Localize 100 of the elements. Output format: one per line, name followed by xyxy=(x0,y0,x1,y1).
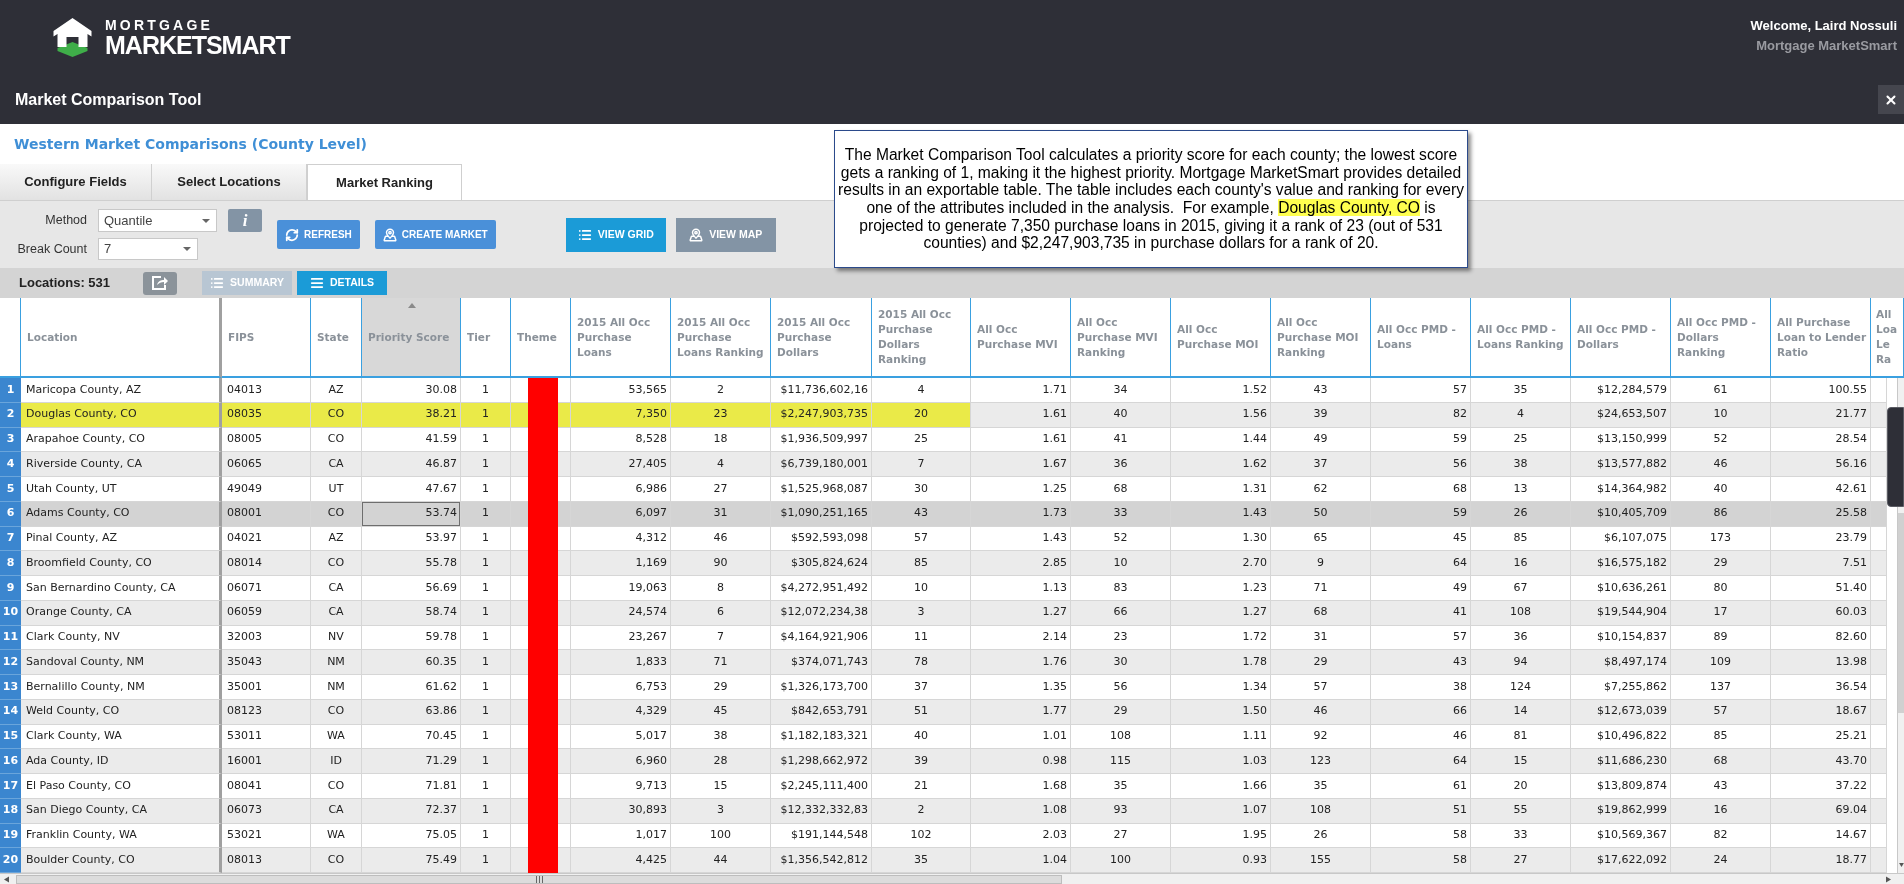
table-row[interactable]: 10 Orange County, CA 06059 CA 58.74 1 24,574 6 $12,072,234,38 3 1.27 66 1.27 68 41 108 $19,544,904 17 60.03 xyxy=(0,600,1887,626)
row-number: 15 xyxy=(0,724,21,750)
column-header[interactable]: 2015 All Occ Purchase Loans Ranking xyxy=(671,298,771,378)
table-cell: 63.86 xyxy=(362,699,461,725)
table-cell: $19,544,904 xyxy=(1571,600,1671,626)
table-cell: 26 xyxy=(1471,501,1571,527)
table-cell: NM xyxy=(311,675,362,700)
table-cell: $12,332,332,83 xyxy=(771,798,872,824)
mode-toggle[interactable]: DETAILS xyxy=(297,271,387,295)
column-header[interactable]: State xyxy=(311,298,362,378)
table-cell: 1.52 xyxy=(1171,378,1271,403)
tab[interactable]: Market Ranking xyxy=(307,164,462,200)
table-row[interactable]: 4 Riverside County, CA 06065 CA 46.87 1 27,405 4 $6,739,180,001 7 1.67 36 1.62 37 56 38 $13,577,882 46 56.16 xyxy=(0,452,1887,477)
table-row[interactable]: 5 Utah County, UT 49049 UT 47.67 1 6,986 27 $1,525,968,087 30 1.25 68 1.31 62 68 13 $14,364,982 40 42.61 xyxy=(0,477,1887,502)
column-header[interactable]: All Occ PMD - Dollars Ranking xyxy=(1671,298,1771,378)
table-row[interactable]: 15 Clark County, WA 53011 WA 70.45 1 5,017 38 $1,182,183,321 40 1.01 108 1.11 92 46 81 $10,496,822 85 25.21 xyxy=(0,724,1887,750)
table-cell: 1.27 xyxy=(971,600,1071,626)
table-cell: 35 xyxy=(1271,774,1371,799)
action-button[interactable]: REFRESH xyxy=(277,220,360,249)
row-number: 6 xyxy=(0,501,21,527)
row-number: 11 xyxy=(0,625,21,651)
vertical-scrollbar[interactable] xyxy=(1897,507,1904,873)
table-cell: 1.34 xyxy=(1171,675,1271,700)
table-row[interactable]: 8 Broomfield County, CO 08014 CO 55.78 1 1,169 90 $305,824,624 85 2.85 10 2.70 9 64 16 $16,575,182 29 7.51 xyxy=(0,551,1887,576)
table-cell: 13 xyxy=(1471,477,1571,502)
close-button[interactable] xyxy=(1878,85,1904,114)
method-dropdown[interactable]: Quantile xyxy=(98,209,217,232)
table-cell: $11,736,602,16 xyxy=(771,378,872,403)
info-button[interactable]: i xyxy=(228,209,262,232)
table-row[interactable]: 2 Douglas County, CO 08035 CO 38.21 1 7,350 23 $2,247,903,735 20 1.61 40 1.56 39 82 4 $24,653,507 10 21.77 xyxy=(0,402,1887,428)
column-header[interactable]: All Occ Purchase MVI xyxy=(971,298,1071,378)
table-row[interactable]: 20 Boulder County, CO 08013 CO 75.49 1 4,425 44 $1,356,542,812 35 1.04 100 0.93 155 58 27 $17,622,092 24 18.77 xyxy=(0,848,1887,873)
horizontal-scrollbar[interactable] xyxy=(0,873,1904,884)
table-cell: 1.13 xyxy=(971,576,1071,601)
table-cell: 1.27 xyxy=(1171,600,1271,626)
table-cell: 29 xyxy=(1071,699,1171,725)
right-arrow-icon[interactable] xyxy=(1886,875,1891,883)
column-header[interactable]: All Occ PMD - Loans Ranking xyxy=(1471,298,1571,378)
view-toggle[interactable]: VIEW MAP xyxy=(675,218,776,252)
row-number: 3 xyxy=(0,427,21,453)
table-cell: 08123 xyxy=(222,699,311,725)
table-cell: 17 xyxy=(1671,600,1771,626)
column-header[interactable]: 2015 All Occ Purchase Dollars xyxy=(771,298,872,378)
column-header[interactable]: FIPS xyxy=(222,298,311,378)
column-header[interactable]: All Loa Le Ra xyxy=(1871,298,1904,378)
scrollbar-thumb[interactable] xyxy=(1898,513,1904,713)
table-cell: 83 xyxy=(1071,576,1171,601)
table-row[interactable]: 12 Sandoval County, NM 35043 NM 60.35 1 1,833 71 $374,071,743 78 1.76 30 1.78 29 43 94 $8,497,174 109 13.98 xyxy=(0,650,1887,675)
table-cell: 1.35 xyxy=(971,675,1071,700)
left-arrow-icon[interactable] xyxy=(4,875,9,883)
table-row[interactable]: 17 El Paso County, CO 08041 CO 71.81 1 9,713 15 $2,245,111,400 21 1.68 35 1.66 35 61 20 $13,809,874 43 37.22 xyxy=(0,774,1887,799)
column-header[interactable]: All Occ Purchase MOI xyxy=(1171,298,1271,378)
tab[interactable]: Select Locations xyxy=(152,164,307,200)
table-row[interactable]: 6 Adams County, CO 08001 CO 53.74 1 6,097 31 $1,090,251,165 43 1.73 33 1.43 50 59 26 $10,405,709 86 25.58 xyxy=(0,501,1887,527)
table-row[interactable]: 13 Bernalillo County, NM 35001 NM 61.62 1 6,753 29 $1,326,173,700 37 1.35 56 1.34 57 38 124 $7,255,862 137 36.54 xyxy=(0,675,1887,700)
table-cell: CO xyxy=(311,699,362,725)
column-header[interactable]: All Purchase Loan to Lender Ratio xyxy=(1771,298,1871,378)
break-count-dropdown[interactable]: 7 xyxy=(98,238,198,260)
table-row[interactable]: 18 San Diego County, CA 06073 CA 72.37 1 30,893 3 $12,332,332,83 2 1.08 93 1.07 108 51 55 $19,862,999 16 69.04 xyxy=(0,798,1887,824)
row-number: 2 xyxy=(0,402,21,428)
table-cell: 51.40 xyxy=(1771,576,1871,601)
table-cell: 137 xyxy=(1671,675,1771,700)
export-button[interactable] xyxy=(143,271,177,295)
table-row[interactable]: 14 Weld County, CO 08123 CO 63.86 1 4,329 45 $842,653,791 51 1.77 29 1.50 46 66 14 $12,673,039 57 18.67 xyxy=(0,699,1887,725)
action-button[interactable]: CREATE MARKET xyxy=(374,220,496,249)
scrollbar-track[interactable] xyxy=(1897,378,1904,407)
column-header[interactable]: Theme xyxy=(511,298,571,378)
scrollbar-thumb[interactable] xyxy=(16,874,1062,884)
column-header[interactable]: 2015 All Occ Purchase Dollars Ranking xyxy=(872,298,971,378)
table-cell: 2 xyxy=(872,798,971,824)
down-arrow-icon[interactable] xyxy=(1898,863,1904,867)
mode-toggle[interactable]: SUMMARY xyxy=(202,271,292,295)
grip-icon xyxy=(535,875,543,883)
table-row[interactable]: 9 San Bernardino County, CA 06071 CA 56.69 1 19,063 8 $4,272,951,492 10 1.13 83 1.23 71 49 67 $10,636,261 80 51.40 xyxy=(0,576,1887,601)
table-cell: $1,090,251,165 xyxy=(771,501,872,527)
view-toggle[interactable]: VIEW GRID xyxy=(565,218,666,252)
column-header[interactable]: Tier xyxy=(461,298,511,378)
column-header[interactable]: All Occ PMD - Loans xyxy=(1371,298,1471,378)
table-row[interactable]: 16 Ada County, ID 16001 ID 71.29 1 6,960 28 $1,298,662,972 39 0.98 115 1.03 123 64 15 $11,686,230 68 43.70 xyxy=(0,749,1887,774)
table-row[interactable]: 19 Franklin County, WA 53021 WA 75.05 1 1,017 100 $191,144,548 102 2.03 27 1.95 26 58 33 $10,569,367 82 14.67 xyxy=(0,823,1887,849)
column-header[interactable]: Location xyxy=(21,298,222,378)
table-cell: 6 xyxy=(671,600,771,626)
table-row[interactable]: 1 Maricopa County, AZ 04013 AZ 30.08 1 53,565 2 $11,736,602,16 4 1.71 34 1.52 43 57 35 $12,284,579 61 100.55 xyxy=(0,378,1887,403)
table-cell: 04013 xyxy=(222,378,311,403)
table-row[interactable]: 7 Pinal County, AZ 04021 AZ 53.97 1 4,312 46 $592,593,098 57 1.43 52 1.30 65 45 85 $6,107,075 173 23.79 xyxy=(0,526,1887,552)
tab[interactable]: Configure Fields xyxy=(0,164,152,200)
table-cell: 1 xyxy=(461,600,511,626)
table-cell: 30.08 xyxy=(362,378,461,403)
column-header[interactable]: All Occ Purchase MVI Ranking xyxy=(1071,298,1171,378)
column-header[interactable]: 2015 All Occ Purchase Loans xyxy=(571,298,671,378)
column-header[interactable]: Priority Score xyxy=(362,298,461,378)
table-cell: 45 xyxy=(671,699,771,725)
side-tab[interactable] xyxy=(1887,407,1904,507)
table-cell: 60.03 xyxy=(1771,600,1871,626)
table-row[interactable]: 3 Arapahoe County, CO 08005 CO 41.59 1 8,528 18 $1,936,509,997 25 1.61 41 1.44 49 59 25 $13,150,999 52 28.54 xyxy=(0,427,1887,453)
column-header[interactable]: All Occ PMD - Dollars xyxy=(1571,298,1671,378)
table-cell: 24,574 xyxy=(571,600,671,626)
table-row[interactable]: 11 Clark County, NV 32003 NV 59.78 1 23,267 7 $4,164,921,906 11 2.14 23 1.72 31 57 36 $10,154,837 89 82.60 xyxy=(0,625,1887,651)
map-pin-icon xyxy=(382,227,397,242)
column-header[interactable]: All Occ Purchase MOI Ranking xyxy=(1271,298,1371,378)
